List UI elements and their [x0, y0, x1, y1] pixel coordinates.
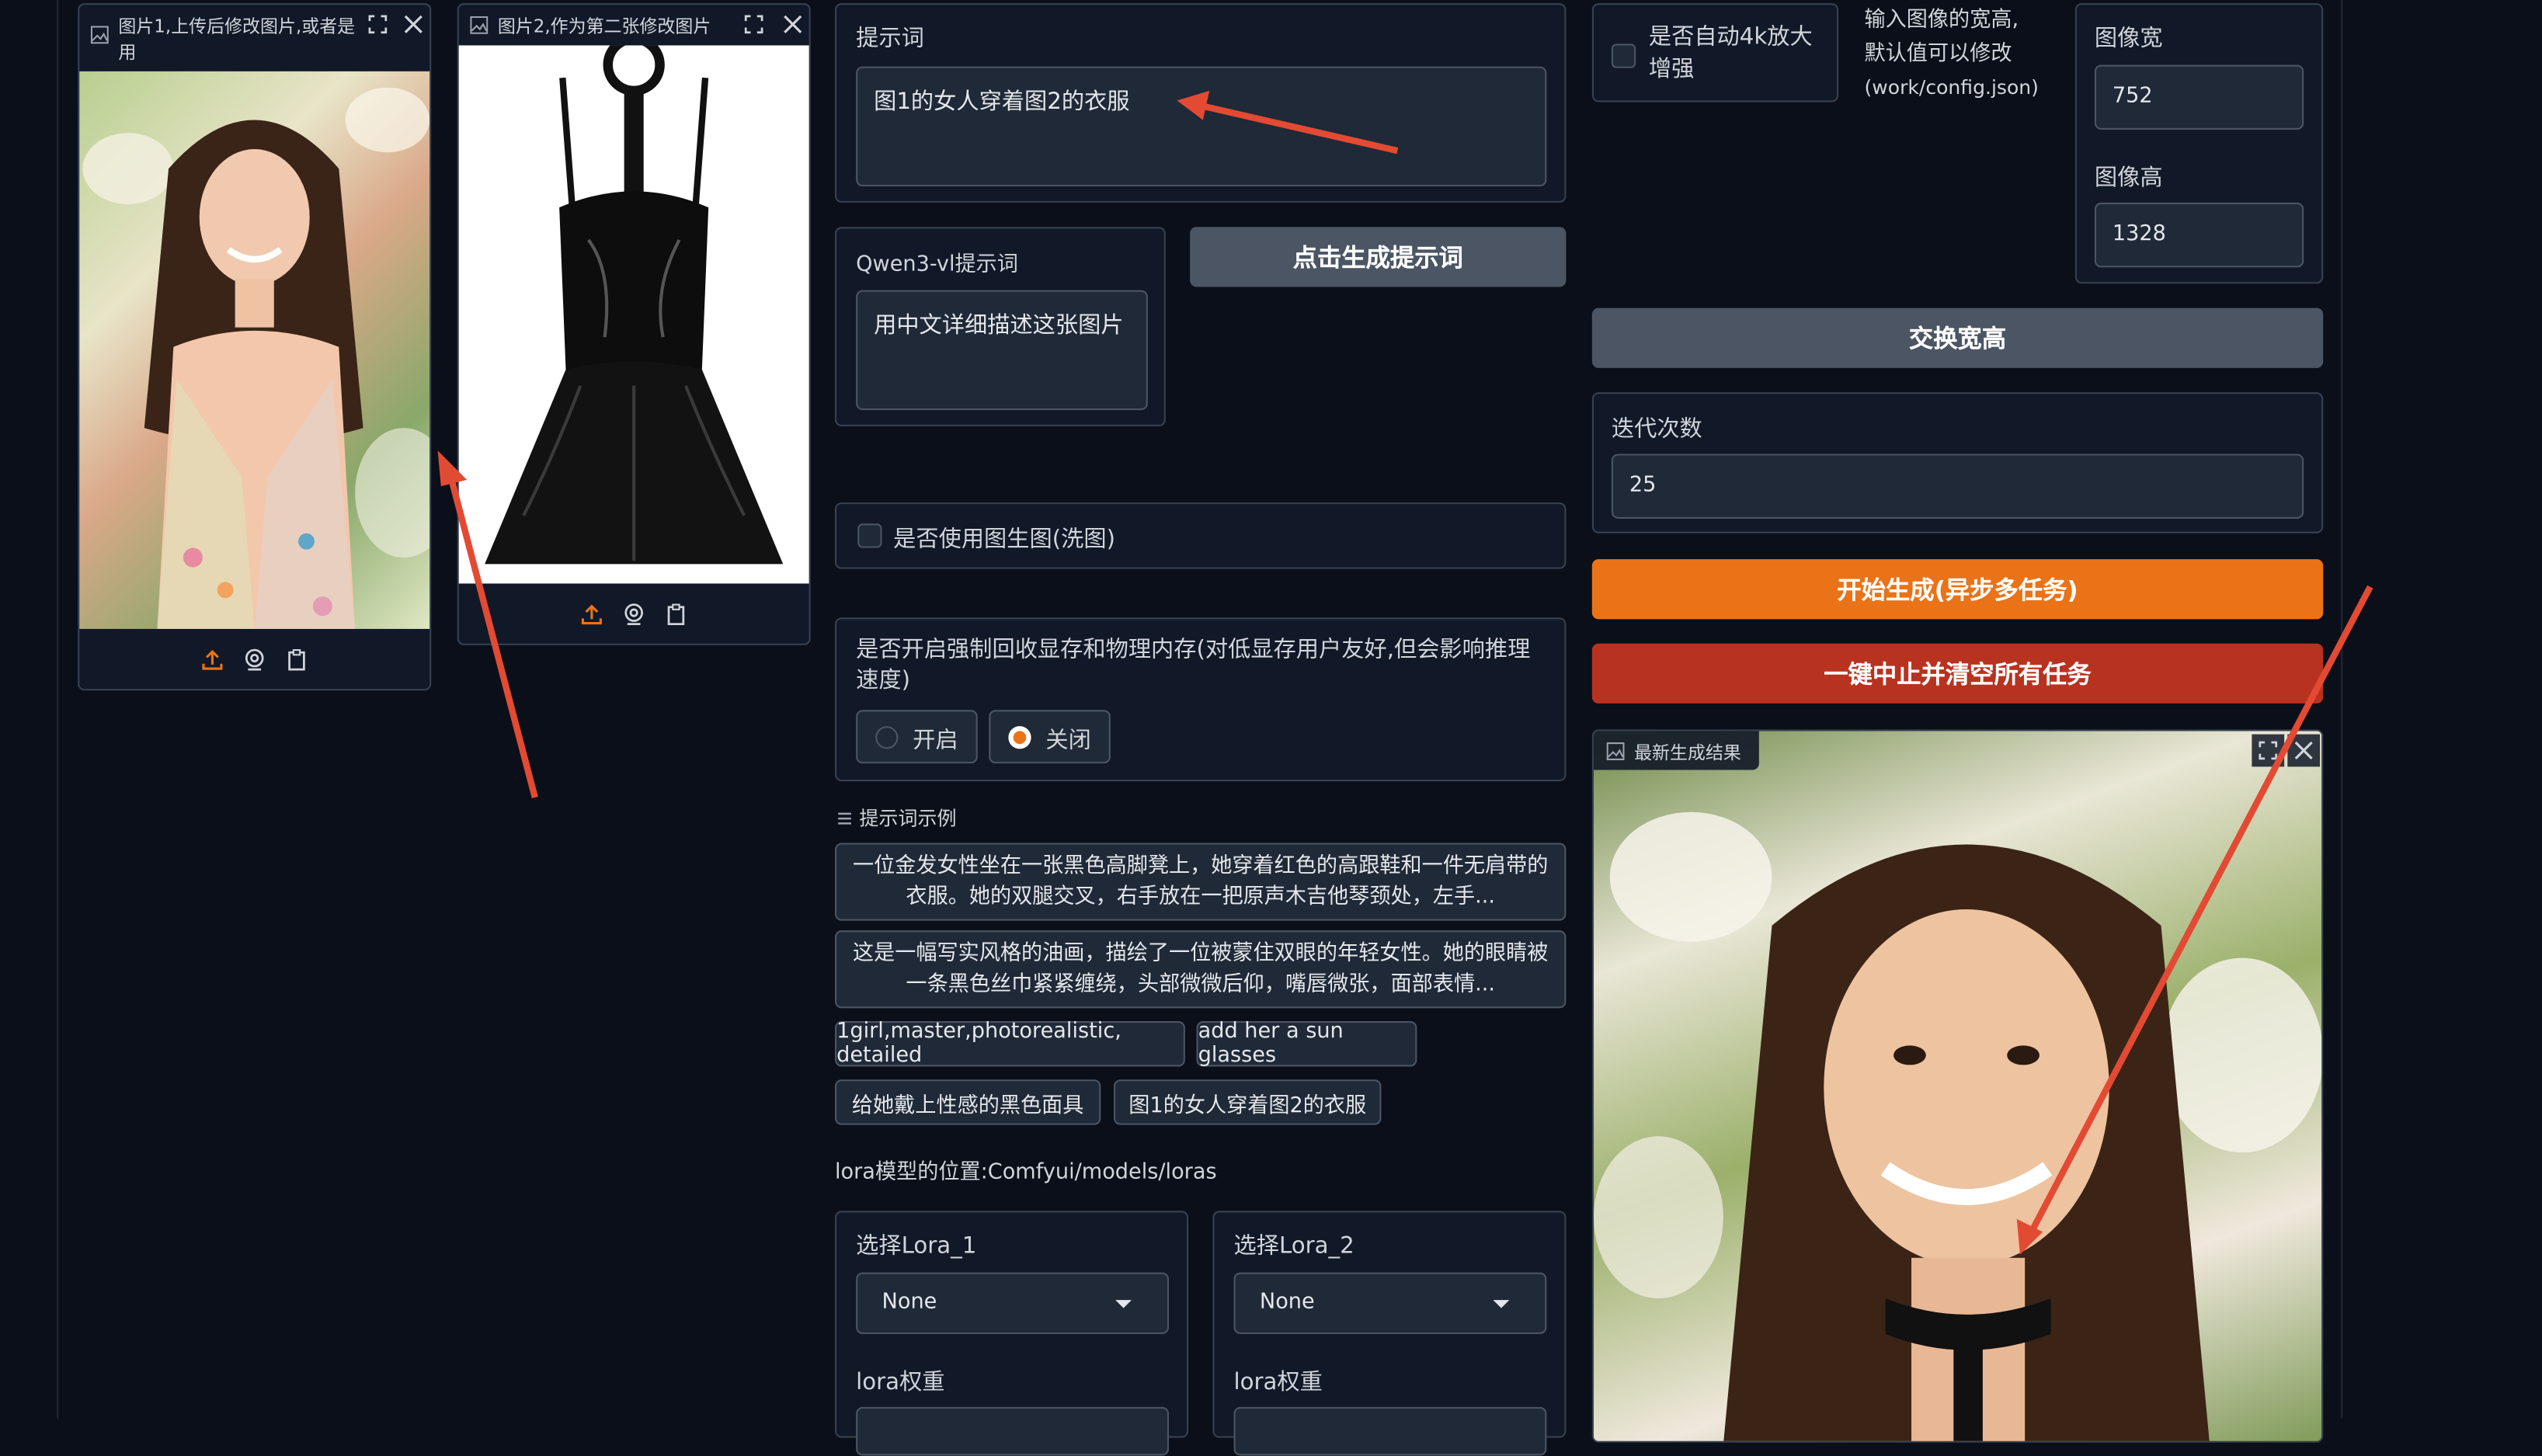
- annotation-arrows: [437, 90, 2373, 1255]
